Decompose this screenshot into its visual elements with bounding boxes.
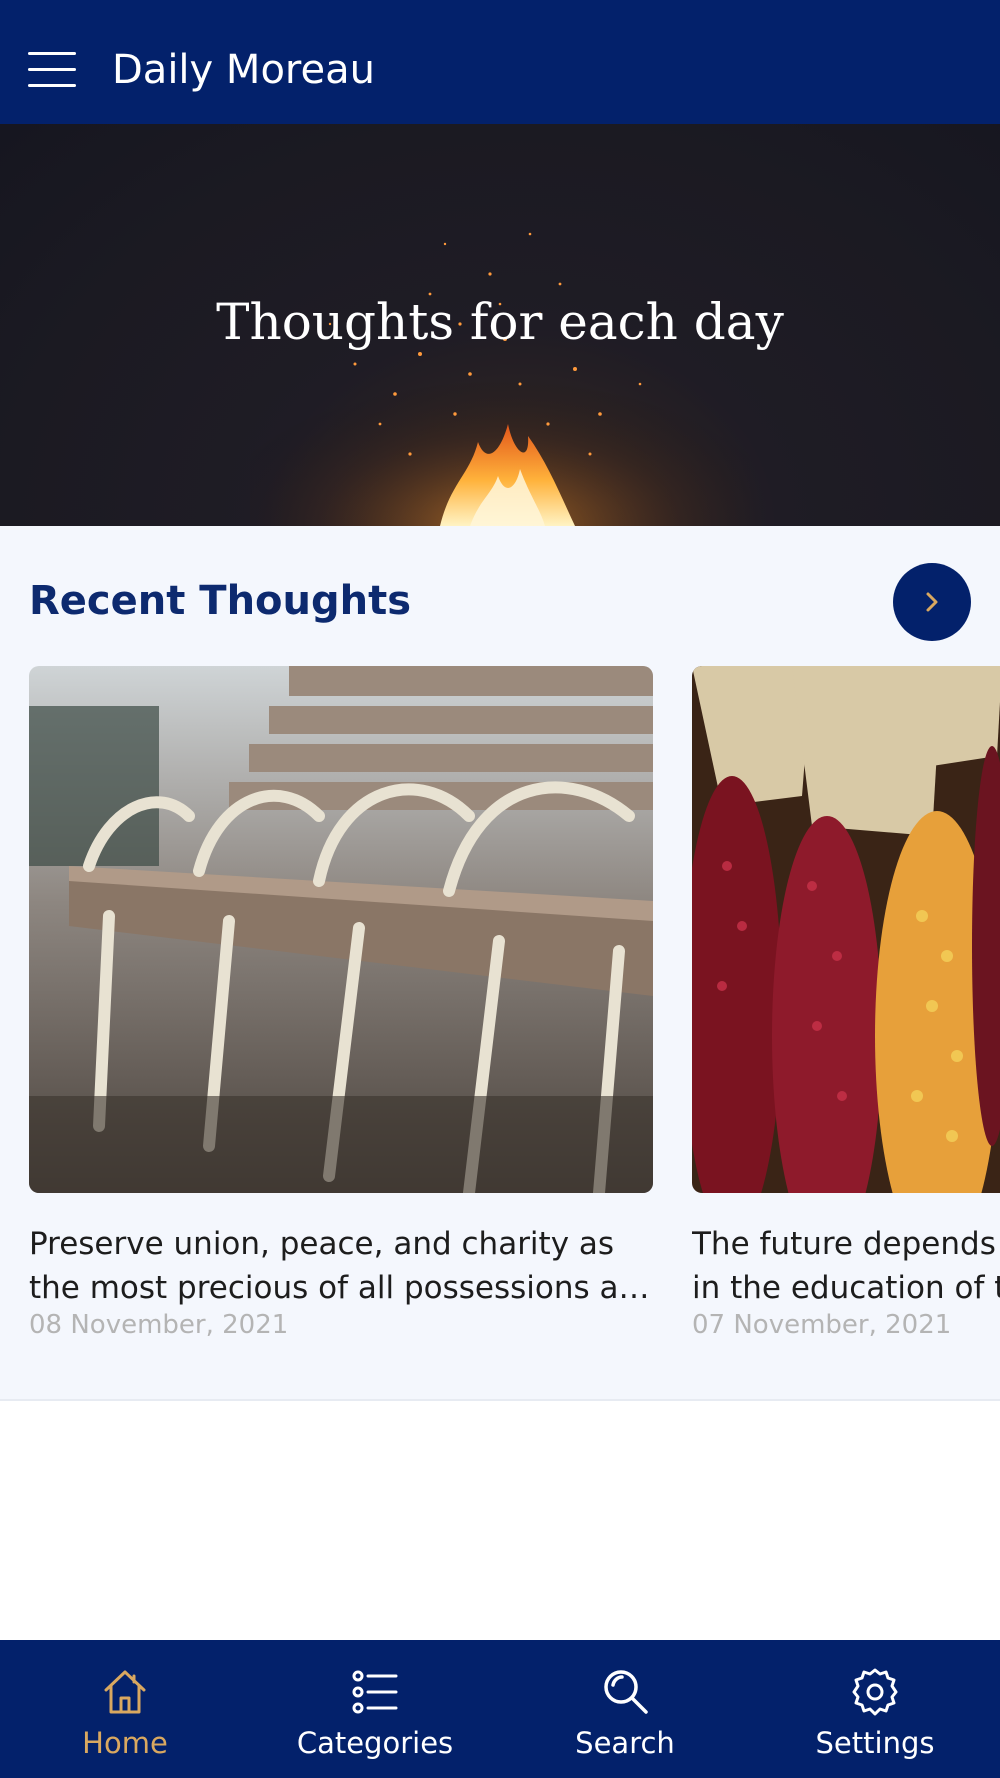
hero-title: Thoughts for each day xyxy=(216,293,784,351)
hamburger-menu-icon[interactable] xyxy=(28,52,76,88)
home-icon xyxy=(104,1670,146,1714)
tab-label: Categories xyxy=(296,1726,454,1760)
recent-thoughts-section: Recent Thoughts Preserve union, peace, a… xyxy=(0,526,1000,1401)
tab-search[interactable]: Search xyxy=(500,1640,750,1778)
thought-cards-carousel[interactable]: Preserve union, peace, and charity as th… xyxy=(0,666,1000,1386)
white-benches-photo xyxy=(29,666,653,1193)
tab-label: Home xyxy=(82,1726,168,1760)
search-icon xyxy=(604,1670,648,1714)
card-date: 08 November, 2021 xyxy=(29,1310,289,1340)
tab-label: Search xyxy=(575,1726,675,1760)
hero-banner: Thoughts for each day xyxy=(0,124,1000,526)
colorful-corn-photo xyxy=(692,666,1000,1193)
tab-label: Settings xyxy=(815,1726,935,1760)
tab-settings[interactable]: Settings xyxy=(750,1640,1000,1778)
app-header: Daily Moreau xyxy=(0,0,1000,124)
bottom-navigation: Home Categories Search Settings xyxy=(0,1640,1000,1778)
card-text: The future depends in the education of t xyxy=(692,1226,1000,1306)
card-text: Preserve union, peace, and charity as th… xyxy=(29,1226,650,1306)
section-heading: Recent Thoughts xyxy=(29,578,412,624)
app-title: Daily Moreau xyxy=(112,47,375,93)
tab-categories[interactable]: Categories xyxy=(250,1640,500,1778)
card-date: 07 November, 2021 xyxy=(692,1310,952,1340)
see-all-button[interactable] xyxy=(893,563,971,641)
chevron-right-icon xyxy=(926,592,938,612)
thought-card[interactable]: The future depends in the education of t… xyxy=(692,666,1000,1366)
list-icon xyxy=(352,1670,398,1714)
tab-home[interactable]: Home xyxy=(0,1640,250,1778)
gear-icon xyxy=(852,1668,898,1716)
thought-card[interactable]: Preserve union, peace, and charity as th… xyxy=(29,666,653,1366)
